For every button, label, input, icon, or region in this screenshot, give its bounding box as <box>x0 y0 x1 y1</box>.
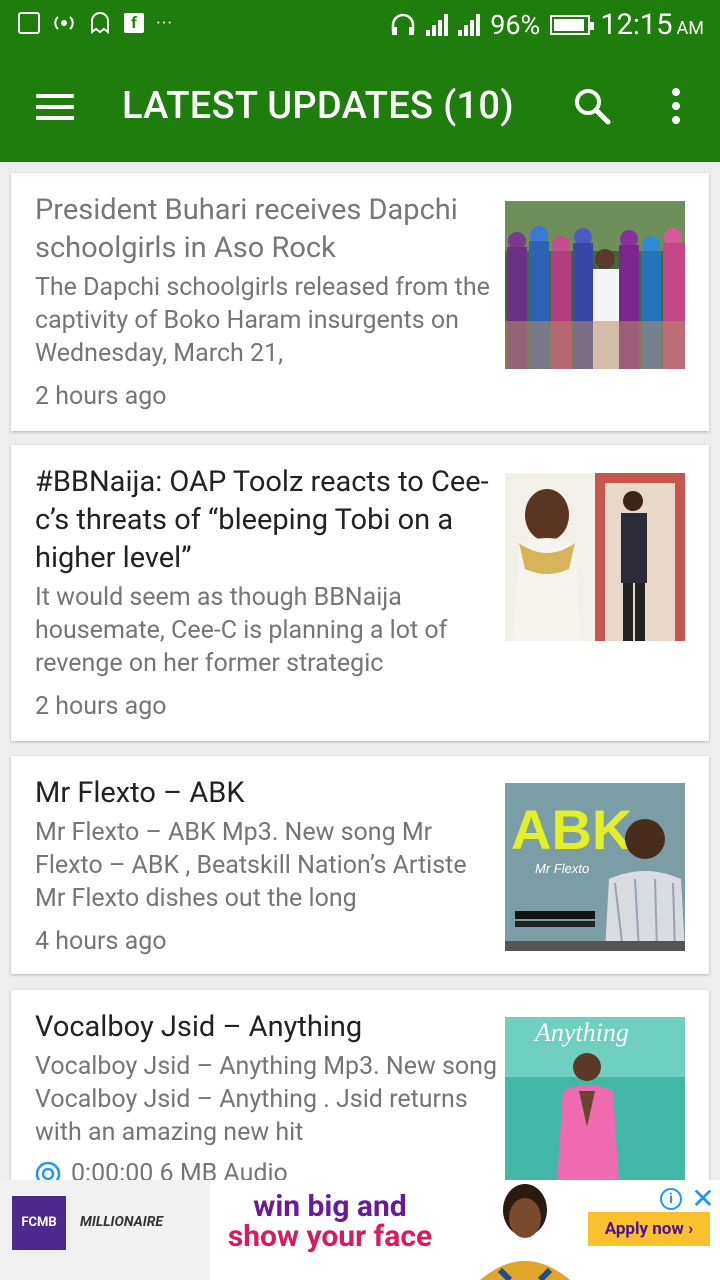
article-time: 2 hours ago <box>35 692 167 721</box>
article-title: President Buhari receives Dapchi schoolg… <box>35 193 458 265</box>
notification-icons: f ··· <box>18 12 173 34</box>
article-thumbnail: ABK Mr Flexto <box>505 783 685 951</box>
article-card[interactable]: Vocalboy Jsid – Anything Vocalboy Jsid –… <box>11 990 709 1200</box>
article-time: 2 hours ago <box>35 382 167 411</box>
ad-logo: FCMB <box>12 1196 66 1250</box>
ghost-icon <box>91 12 109 34</box>
article-text: Vocalboy Jsid – Anything Vocalboy Jsid –… <box>35 1008 497 1188</box>
article-thumbnail <box>505 473 685 641</box>
battery-percentage: 96% <box>490 9 541 41</box>
article-title: Mr Flexto – ABK <box>35 776 245 810</box>
article-snippet: Vocalboy Jsid – Anything Mp3. New song V… <box>35 1052 498 1147</box>
article-thumbnail: Anything <box>505 1017 685 1185</box>
article-text: #BBNaija: OAP Toolz reacts to Cee-c’s th… <box>35 463 497 721</box>
ad-banner[interactable]: FCMB MILLIONAIRE win big and show your f… <box>0 1180 720 1280</box>
battery-icon <box>550 15 595 35</box>
signal-2-icon <box>458 14 481 36</box>
ad-info-icon[interactable]: i <box>660 1188 682 1210</box>
image-icon <box>18 12 40 34</box>
facebook-icon: f <box>124 13 144 33</box>
thumbnail-title: ABK <box>511 798 632 861</box>
article-card[interactable]: Mr Flexto – ABK Mr Flexto – ABK Mp3. New… <box>11 756 709 974</box>
search-icon[interactable] <box>572 86 612 126</box>
ad-apply-button[interactable]: Apply now › <box>588 1212 710 1246</box>
article-snippet: Mr Flexto – ABK Mp3. New song Mr Flexto … <box>35 818 467 913</box>
article-card[interactable]: President Buhari receives Dapchi schoolg… <box>11 173 709 431</box>
wifi-hotspot-icon <box>54 16 74 30</box>
ad-brand: MILLIONAIRE <box>80 1214 164 1230</box>
more-notifications-icon: ··· <box>156 12 174 34</box>
status-bar: f ··· 96% 12:15 AM <box>0 0 720 50</box>
article-title: Vocalboy Jsid – Anything <box>35 1010 363 1044</box>
article-snippet: It would seem as though BBNaija housemat… <box>35 583 448 678</box>
thumbnail-subtitle: Mr Flexto <box>535 861 589 876</box>
system-icons: 96% 12:15 AM <box>390 8 704 42</box>
article-text: President Buhari receives Dapchi schoolg… <box>35 191 497 411</box>
page-title: LATEST UPDATES (10) <box>122 84 514 128</box>
hamburger-menu-icon[interactable] <box>36 94 74 120</box>
overflow-menu-icon[interactable] <box>664 88 688 124</box>
article-title: #BBNaija: OAP Toolz reacts to Cee-c’s th… <box>35 465 489 575</box>
ad-person-image <box>480 1184 570 1280</box>
headphones-icon <box>391 13 415 35</box>
app-bar: LATEST UPDATES (10) <box>0 50 720 162</box>
thumbnail-title: Anything <box>533 1018 629 1047</box>
article-card[interactable]: #BBNaija: OAP Toolz reacts to Cee-c’s th… <box>11 445 709 741</box>
article-text: Mr Flexto – ABK Mr Flexto – ABK Mp3. New… <box>35 774 497 956</box>
ad-close-icon[interactable]: ✕ <box>690 1185 716 1213</box>
article-snippet: The Dapchi schoolgirls released from the… <box>35 273 490 368</box>
article-thumbnail <box>505 201 685 369</box>
clock: 12:15 AM <box>600 8 704 42</box>
article-time: 4 hours ago <box>35 927 167 956</box>
ad-headline: win big and show your face <box>227 1189 433 1254</box>
signal-1-icon <box>426 14 449 36</box>
